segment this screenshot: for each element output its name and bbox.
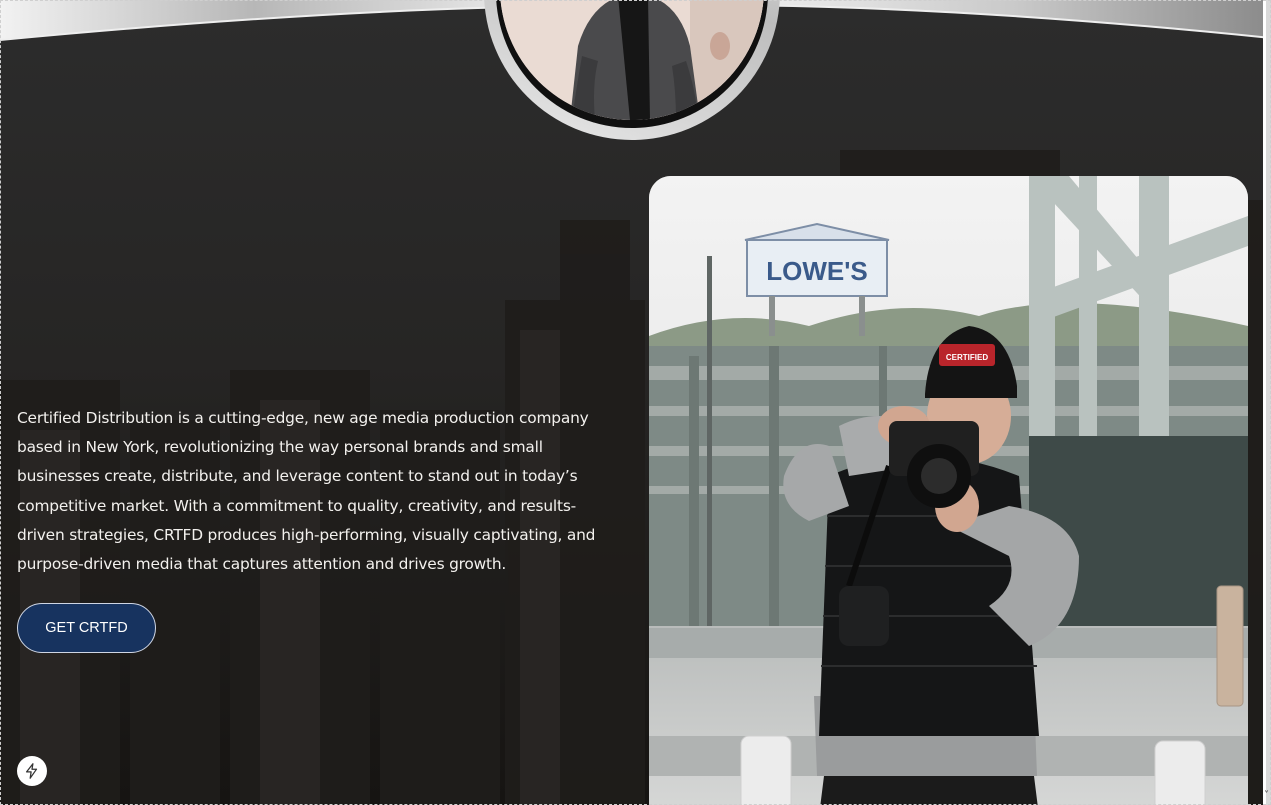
avatar-photo [500, 0, 764, 120]
page: Certified Distribution is a cutting-edge… [0, 0, 1271, 805]
intro-section: Certified Distribution is a cutting-edge… [17, 404, 617, 579]
lowes-sign-text: LOWE'S [766, 256, 868, 286]
intro-paragraph: Certified Distribution is a cutting-edge… [17, 409, 596, 574]
scroll-down-arrow-icon[interactable]: ˅ [1264, 790, 1269, 801]
get-crtfd-button[interactable]: GET CRTFD [17, 603, 156, 653]
page-scroll-edge [1263, 0, 1271, 805]
photographer-photo: LOWE'S CERTIFIED [649, 176, 1248, 805]
lightning-bolt-icon[interactable] [17, 756, 47, 786]
cap-logo-text: CERTIFIED [946, 353, 988, 362]
